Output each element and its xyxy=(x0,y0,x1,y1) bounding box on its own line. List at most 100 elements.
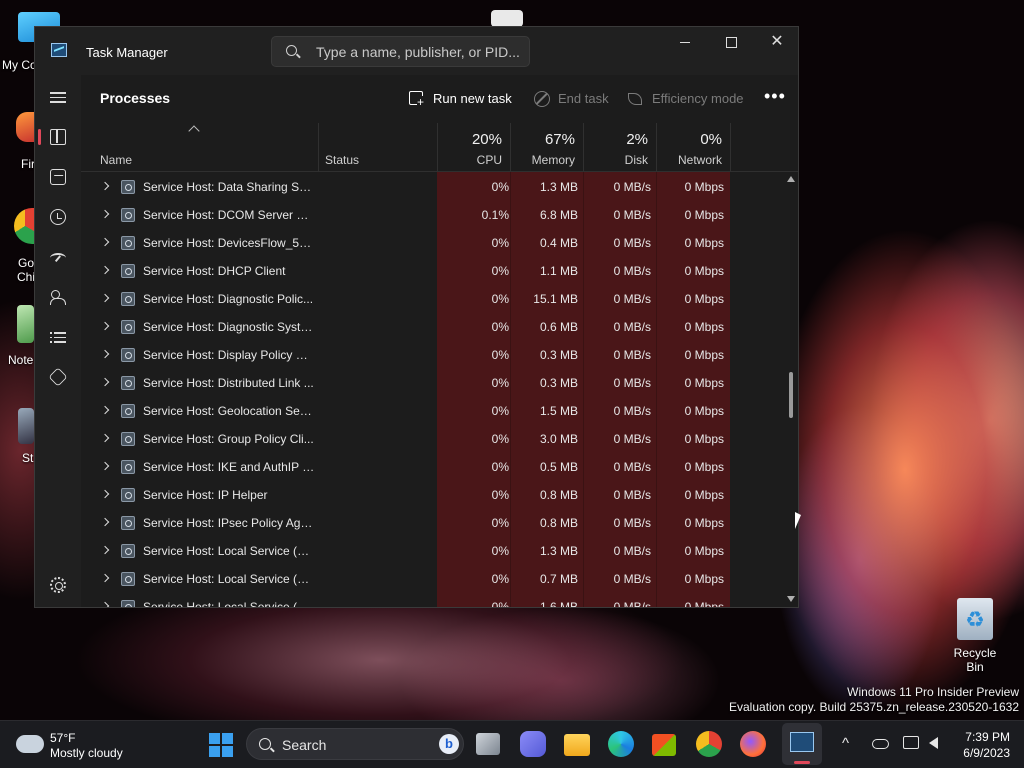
column-divider[interactable] xyxy=(318,123,319,172)
processes-table: Name Status 20% CPU 67% Memory 2% Disk 0… xyxy=(81,123,798,607)
column-header-status[interactable]: Status xyxy=(325,153,359,167)
nav-app-history[interactable] xyxy=(35,199,81,235)
edge-icon[interactable] xyxy=(608,731,634,757)
end-task-button[interactable]: End task xyxy=(534,89,610,109)
search-box[interactable] xyxy=(271,36,530,67)
table-row[interactable]: Service Host: Diagnostic Syste... 0% 0.6 M… xyxy=(81,313,793,341)
expand-chevron-icon[interactable] xyxy=(100,489,110,499)
taskbar-clock[interactable]: 7:39 PM 6/9/2023 xyxy=(955,729,1010,761)
microsoft-store-icon[interactable] xyxy=(652,734,676,756)
table-row[interactable]: Service Host: Local Service (N... 0% 1.3 M… xyxy=(81,537,793,565)
chrome-icon[interactable] xyxy=(696,731,722,757)
column-header-cpu[interactable]: 20% CPU xyxy=(437,123,510,172)
table-row[interactable]: Service Host: Display Policy Se... 0% 0.3 … xyxy=(81,341,793,369)
file-explorer-icon[interactable] xyxy=(564,734,590,756)
table-row[interactable]: Service Host: Group Policy Cli... 0% 3.0 M… xyxy=(81,425,793,453)
process-memory: 6.8 MB xyxy=(539,208,578,222)
expand-chevron-icon[interactable] xyxy=(100,349,110,359)
service-host-icon xyxy=(121,600,135,607)
table-row[interactable]: Service Host: Local Service (N... 0% 1.6 M… xyxy=(81,593,793,607)
table-row[interactable]: Service Host: Distributed Link ... 0% 0.3 … xyxy=(81,369,793,397)
expand-chevron-icon[interactable] xyxy=(100,181,110,191)
network-icon[interactable] xyxy=(903,736,919,749)
process-memory: 1.5 MB xyxy=(539,404,578,418)
expand-chevron-icon[interactable] xyxy=(100,377,110,387)
table-row[interactable]: Service Host: IPsec Policy Agent 0% 0.8 MB… xyxy=(81,509,793,537)
close-button[interactable]: ✕ xyxy=(754,27,798,59)
expand-chevron-icon[interactable] xyxy=(100,433,110,443)
table-row[interactable]: Service Host: DHCP Client 0% 1.1 MB 0 MB/s 0… xyxy=(81,257,793,285)
nav-details[interactable] xyxy=(35,319,81,355)
scroll-up-arrow-icon[interactable] xyxy=(787,176,795,182)
maximize-button[interactable] xyxy=(708,27,754,59)
column-divider[interactable] xyxy=(730,123,731,172)
title-bar[interactable]: Task Manager ✕ xyxy=(35,27,798,75)
taskbar-search[interactable]: Search b xyxy=(246,728,464,760)
expand-chevron-icon[interactable] xyxy=(100,573,110,583)
minimize-button[interactable] xyxy=(662,27,708,59)
nav-users[interactable] xyxy=(35,279,81,315)
column-header-memory[interactable]: 67% Memory xyxy=(510,123,583,172)
expand-chevron-icon[interactable] xyxy=(100,209,110,219)
task-view-icon[interactable] xyxy=(476,733,500,755)
table-row[interactable]: Service Host: IP Helper 0% 0.8 MB 0 MB/s 0 M… xyxy=(81,481,793,509)
watermark-line-1: Windows 11 Pro Insider Preview xyxy=(847,685,1019,699)
expand-chevron-icon[interactable] xyxy=(100,265,110,275)
performance-icon xyxy=(50,169,66,185)
expand-chevron-icon[interactable] xyxy=(100,461,110,471)
table-row[interactable]: Service Host: DevicesFlow_5d... 0% 0.4 MB 0… xyxy=(81,229,793,257)
vertical-scrollbar[interactable] xyxy=(784,172,798,607)
run-new-task-label: Run new task xyxy=(433,91,512,106)
table-row[interactable]: Service Host: Local Service (N... 0% 0.7 M… xyxy=(81,565,793,593)
process-name: Service Host: Distributed Link ... xyxy=(143,376,314,390)
process-memory: 0.6 MB xyxy=(539,320,578,334)
expand-chevron-icon[interactable] xyxy=(100,545,110,555)
scroll-down-arrow-icon[interactable] xyxy=(787,596,795,602)
desktop-label-mycomputer: My Co xyxy=(2,58,37,72)
column-header-disk[interactable]: 2% Disk xyxy=(583,123,656,172)
firefox-icon[interactable] xyxy=(740,731,766,757)
table-row[interactable]: Service Host: Data Sharing Ser... 0% 1.3 M… xyxy=(81,173,793,201)
steam-desktop-icon[interactable] xyxy=(18,408,34,444)
more-options-button[interactable]: ••• xyxy=(764,87,788,107)
notepad-desktop-icon[interactable] xyxy=(17,305,34,343)
show-hidden-icons-chevron[interactable]: ^ xyxy=(842,735,849,752)
column-header-name[interactable]: Name xyxy=(100,153,132,167)
nav-startup-apps[interactable] xyxy=(35,239,81,275)
memory-label: Memory xyxy=(531,153,575,167)
scrollbar-thumb[interactable] xyxy=(789,372,793,418)
nav-performance[interactable] xyxy=(35,159,81,195)
nav-processes[interactable] xyxy=(35,119,81,155)
start-button[interactable] xyxy=(209,733,233,757)
process-disk: 0 MB/s xyxy=(613,236,651,250)
run-new-task-button[interactable]: Run new task xyxy=(409,89,515,109)
expand-chevron-icon[interactable] xyxy=(100,517,110,527)
bing-icon[interactable]: b xyxy=(439,734,459,754)
task-manager-taskbar-button[interactable] xyxy=(782,723,822,765)
search-input[interactable] xyxy=(316,42,521,62)
recycle-bin[interactable]: Recycle Bin xyxy=(944,598,1006,674)
service-host-icon xyxy=(121,208,135,222)
table-row[interactable]: Service Host: Diagnostic Polic... 0% 15.1 … xyxy=(81,285,793,313)
table-row[interactable]: Service Host: IKE and AuthIP I... 0% 0.5 M… xyxy=(81,453,793,481)
process-name: Service Host: DHCP Client xyxy=(143,264,286,278)
onedrive-offline-icon[interactable] xyxy=(872,739,889,749)
expand-chevron-icon[interactable] xyxy=(100,601,110,607)
table-row[interactable]: Service Host: DCOM Server Pr... 0.1% 6.8 M… xyxy=(81,201,793,229)
expand-chevron-icon[interactable] xyxy=(100,237,110,247)
file-desktop-icon[interactable] xyxy=(491,10,523,27)
process-memory: 0.7 MB xyxy=(539,572,578,586)
nav-menu-button[interactable] xyxy=(35,79,81,115)
nav-services[interactable] xyxy=(35,359,81,395)
expand-chevron-icon[interactable] xyxy=(100,405,110,415)
efficiency-mode-button[interactable]: Efficiency mode xyxy=(628,89,744,109)
column-header-network[interactable]: 0% Network xyxy=(656,123,730,172)
teams-chat-icon[interactable] xyxy=(520,731,546,757)
volume-icon[interactable] xyxy=(929,737,938,749)
table-row[interactable]: Service Host: Geolocation Serv... 0% 1.5 M… xyxy=(81,397,793,425)
nav-settings[interactable] xyxy=(35,567,81,603)
process-name: Service Host: DCOM Server Pr... xyxy=(143,208,315,222)
process-name: Service Host: Local Service (N... xyxy=(143,572,315,586)
expand-chevron-icon[interactable] xyxy=(100,321,110,331)
expand-chevron-icon[interactable] xyxy=(100,293,110,303)
